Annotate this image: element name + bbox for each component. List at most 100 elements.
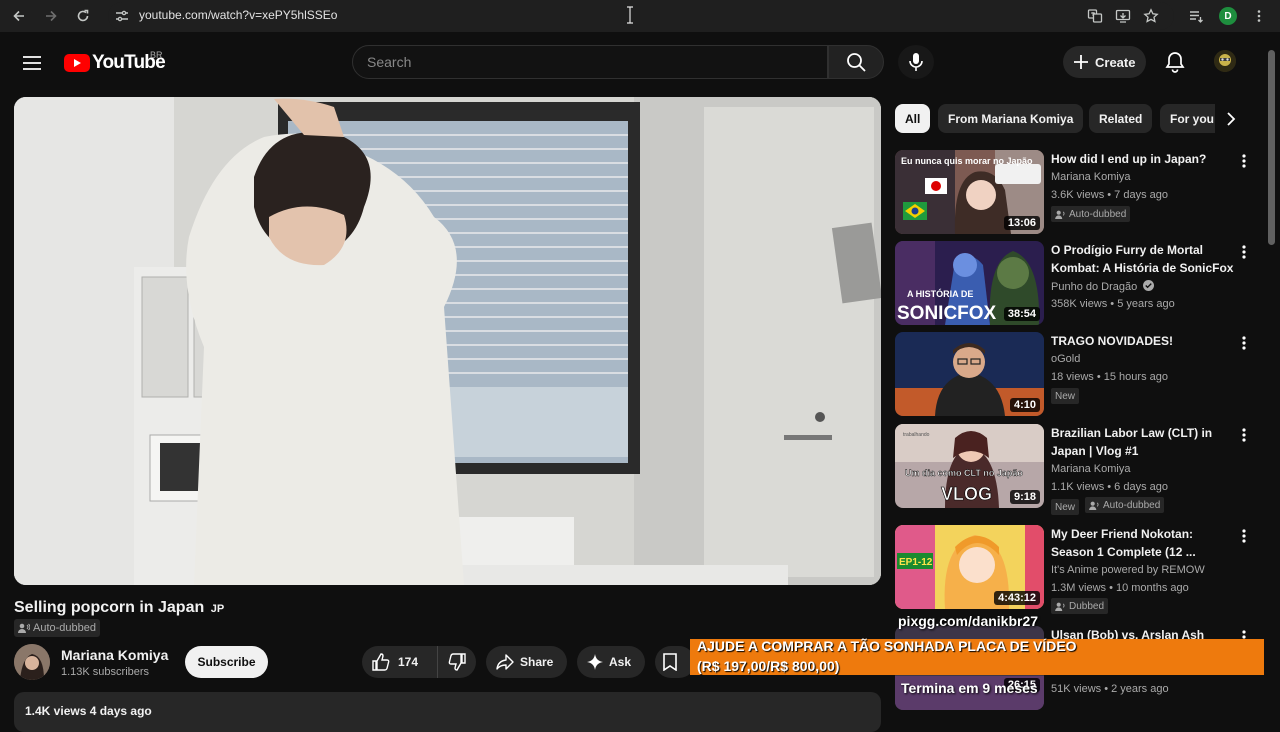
video-thumbnail[interactable]: trabalhando Um dia como CLT no Japão VLO…	[895, 424, 1044, 508]
filter-chips-bar: All From Mariana Komiya Related For you	[895, 104, 1215, 134]
hamburger-menu-icon[interactable]	[18, 49, 46, 77]
video-thumbnail[interactable]: 4:10	[895, 332, 1044, 416]
more-actions-icon[interactable]	[1237, 152, 1251, 170]
bookmark-icon	[663, 653, 677, 671]
recommendation-item[interactable]: Eu nunca quis morar no Japão 13:06 How d…	[895, 150, 1260, 236]
search-icon	[847, 53, 866, 72]
chip-all[interactable]: All	[895, 104, 931, 133]
channel-avatar[interactable]	[14, 644, 50, 680]
channel-name[interactable]: Punho do Dragão	[1051, 281, 1137, 293]
page-scrollbar[interactable]	[1268, 50, 1276, 720]
views-and-date: 1.4K views 4 days ago	[25, 704, 152, 718]
search-input[interactable]: Search	[367, 54, 411, 70]
recommendation-channel[interactable]: Mariana Komiya	[1051, 171, 1130, 183]
recommendation-channel[interactable]: Mariana Komiya	[1051, 463, 1130, 475]
like-button[interactable]: 174	[362, 646, 438, 678]
recommendation-title[interactable]: O Prodígio Furry de Mortal Kombat: A His…	[1051, 241, 1237, 277]
voice-search-button[interactable]	[898, 45, 934, 79]
reload-button[interactable]	[73, 6, 93, 26]
arrow-left-icon	[13, 10, 24, 22]
chevron-right-icon	[1227, 112, 1236, 126]
scrollbar-thumb[interactable]	[1268, 50, 1275, 245]
badge-label: Auto-dubbed	[1103, 499, 1161, 511]
more-actions-icon[interactable]	[1237, 334, 1251, 352]
video-thumbnail[interactable]: Eu nunca quis morar no Japão 13:06	[895, 150, 1044, 234]
search-box[interactable]: Search	[352, 45, 828, 79]
title-language-tag: JP	[210, 603, 225, 615]
auto-dubbed-badge: Auto-dubbed	[1051, 206, 1131, 222]
forward-button[interactable]	[41, 6, 61, 26]
profile-avatar[interactable]: D	[1219, 7, 1237, 25]
auto-dubbed-badge: Auto-dubbed	[1085, 497, 1165, 513]
recommendation-item[interactable]: EP1-12 4:43:12 My Deer Friend Nokotan: S…	[895, 525, 1260, 614]
account-avatar[interactable]	[1214, 50, 1236, 72]
thumbnail-caption-small: Um dia como CLT no Japão	[905, 468, 1023, 478]
recommendation-channel[interactable]: It's Anime powered by REMOW	[1051, 564, 1205, 576]
share-button[interactable]: Share	[486, 646, 567, 678]
sparkle-icon	[587, 654, 603, 670]
subscribe-button[interactable]: Subscribe	[185, 646, 268, 678]
youtube-header: YouTube BR Search Create	[0, 32, 1280, 92]
ask-button[interactable]: Ask	[577, 646, 645, 678]
like-count: 174	[398, 655, 419, 669]
site-info-icon[interactable]	[114, 8, 130, 24]
microphone-icon	[909, 53, 923, 71]
like-dislike-group: 174	[362, 646, 476, 678]
recommendation-title[interactable]: My Deer Friend Nokotan: Season 1 Complet…	[1051, 525, 1237, 561]
share-label: Share	[520, 655, 554, 669]
reading-list-icon[interactable]	[1187, 7, 1205, 25]
channel-name[interactable]: Mariana Komiya	[61, 647, 168, 663]
verified-check-icon	[1143, 280, 1155, 291]
chip-related[interactable]: Related	[1089, 104, 1153, 133]
recommendation-meta: 1.1K views • 6 days ago	[1051, 481, 1168, 493]
text-cursor-icon	[626, 6, 634, 24]
video-thumbnail[interactable]: A HISTÓRIA DE SONICFOX 38:54	[895, 241, 1044, 325]
chip-from-channel[interactable]: From Mariana Komiya	[938, 104, 1084, 133]
video-thumbnail[interactable]: EP1-12 4:43:12	[895, 525, 1044, 609]
youtube-play-icon	[64, 54, 90, 72]
video-frame	[14, 97, 881, 585]
reload-icon	[77, 9, 89, 22]
chip-for-you[interactable]: For you	[1160, 104, 1215, 133]
back-button[interactable]	[9, 6, 29, 26]
notifications-button[interactable]	[1162, 48, 1188, 76]
recommendation-title[interactable]: TRAGO NOVIDADES!	[1051, 332, 1237, 350]
more-vertical-icon[interactable]	[1250, 7, 1268, 25]
search-button[interactable]	[828, 45, 884, 79]
recommendation-title[interactable]: How did I end up in Japan?	[1051, 150, 1237, 168]
browser-toolbar: youtube.com/watch?v=xePY5hlSSEo D	[0, 0, 1280, 32]
person-voice-icon	[1055, 210, 1065, 219]
video-duration: 13:06	[1003, 216, 1040, 230]
more-actions-icon[interactable]	[1237, 243, 1251, 261]
recommendation-channel[interactable]: Punho do Dragão	[1051, 280, 1155, 293]
donation-goal-countdown: Termina em 9 meses	[901, 680, 1038, 696]
bookmark-star-icon[interactable]	[1142, 7, 1160, 25]
arrow-right-icon	[46, 10, 57, 22]
recommendation-title[interactable]: Brazilian Labor Law (CLT) in Japan | Vlo…	[1051, 424, 1237, 460]
person-voice-icon	[1089, 501, 1099, 510]
auto-dubbed-label: Auto-dubbed	[33, 622, 96, 634]
chips-next-button[interactable]	[1220, 107, 1242, 131]
badge-label: Dubbed	[1069, 600, 1105, 612]
recommendation-channel[interactable]: oGold	[1051, 353, 1080, 365]
donation-goal-amount: (R$ 197,00/R$ 800,00)	[697, 658, 840, 674]
more-actions-icon[interactable]	[1237, 527, 1251, 545]
video-player[interactable]	[14, 97, 881, 585]
svg-text:trabalhando: trabalhando	[903, 432, 930, 438]
translate-icon[interactable]	[1086, 7, 1104, 25]
dislike-button[interactable]	[438, 646, 476, 678]
plus-icon	[1074, 55, 1088, 69]
create-button[interactable]: Create	[1063, 46, 1146, 78]
save-button[interactable]	[655, 646, 695, 678]
video-duration: 9:18	[1009, 490, 1040, 504]
recommendation-item[interactable]: trabalhando Um dia como CLT no Japão VLO…	[895, 424, 1260, 515]
new-badge: New	[1051, 499, 1080, 515]
recommendation-item[interactable]: A HISTÓRIA DE SONICFOX 38:54 O Prodígio …	[895, 241, 1260, 327]
more-actions-icon[interactable]	[1237, 426, 1251, 444]
description-box[interactable]: 1.4K views 4 days ago	[14, 692, 881, 732]
recommendation-item[interactable]: 4:10 TRAGO NOVIDADES! oGold 18 views • 1…	[895, 332, 1260, 418]
recommendation-meta: 3.6K views • 7 days ago	[1051, 189, 1168, 201]
video-duration: 38:54	[1003, 307, 1040, 321]
install-app-icon[interactable]	[1114, 7, 1132, 25]
url-text[interactable]: youtube.com/watch?v=xePY5hlSSEo	[139, 8, 337, 22]
